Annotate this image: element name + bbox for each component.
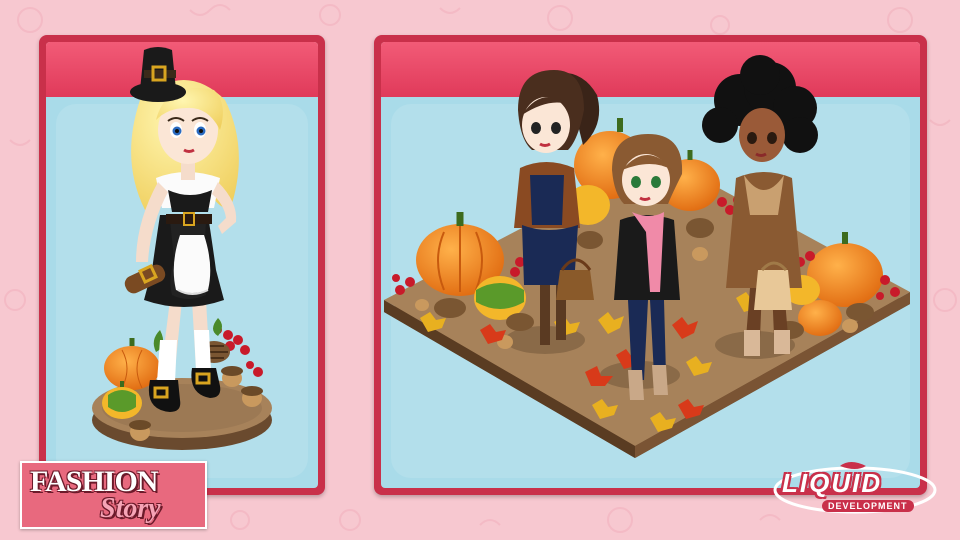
liquid-logo-subword: DEVELOPMENT	[822, 500, 914, 512]
liquid-development-logo: LIQUID DEVELOPMENT	[770, 462, 940, 524]
fashion-story-logo: FASHION Story	[20, 461, 207, 529]
pilgrim-hat	[130, 47, 186, 102]
scene-illustration	[92, 47, 910, 458]
fashion-story-logo-word-2: Story	[100, 493, 161, 524]
liquid-logo-word: LIQUID	[782, 468, 883, 498]
